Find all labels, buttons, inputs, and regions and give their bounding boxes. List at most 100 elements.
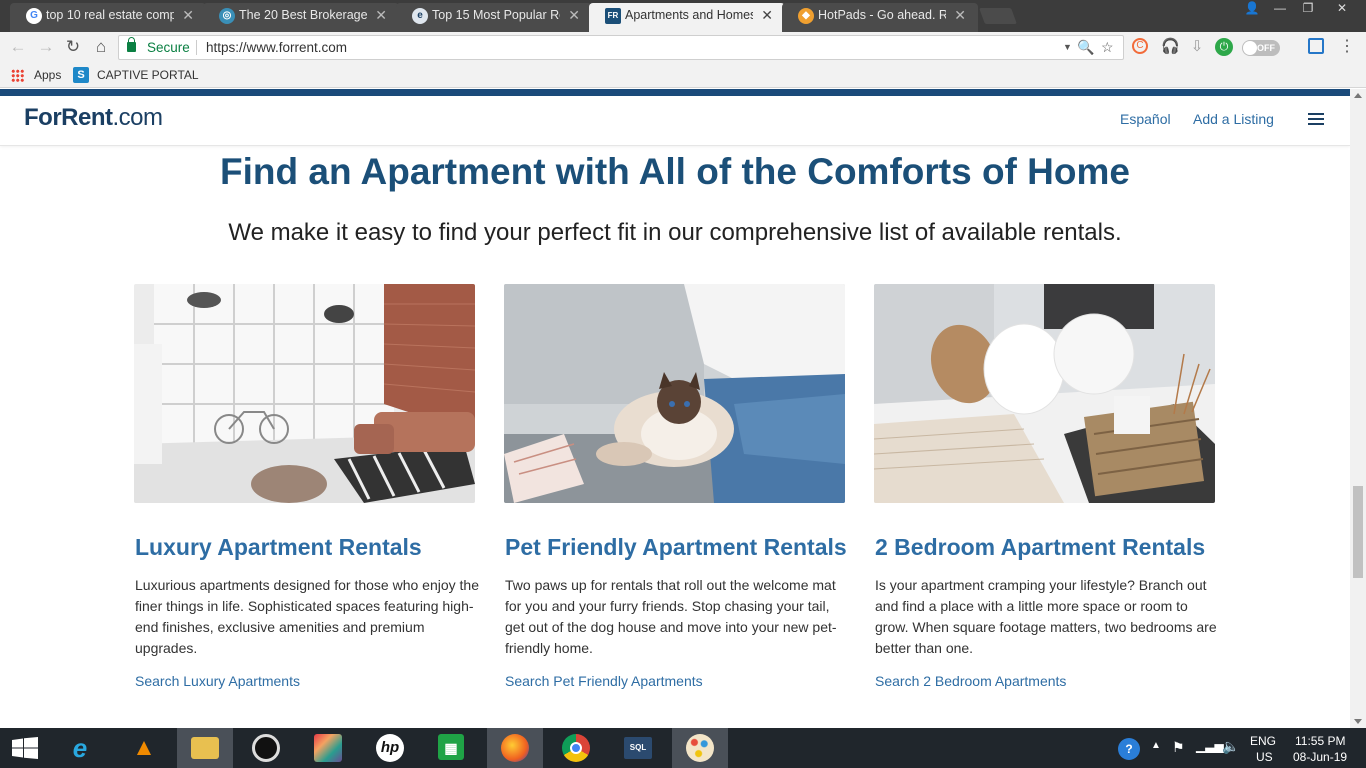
page-headline: Find an Apartment with All of the Comfor… [220,151,1130,192]
extension-c-icon[interactable]: C [1132,38,1148,54]
hp-icon[interactable]: hp [362,728,418,768]
card-description: Is your apartment cramping your lifestyl… [875,577,1217,656]
page-scrollbar[interactable] [1350,89,1366,728]
chrome-icon[interactable] [548,728,604,768]
browser-tab-strip: G top 10 real estate compa ✕ ◎ The 20 Be… [0,0,1366,32]
captive-portal-icon: S [73,67,89,83]
volume-icon[interactable]: 🔈 [1222,738,1239,755]
window-extension-icon[interactable] [1308,38,1324,54]
region-indicator[interactable]: US [1256,750,1273,764]
scroll-thumb[interactable] [1353,486,1363,578]
windows-taskbar: e ▲ hp ▦ SQL ? ▲ ⚑ ▁▃▅ 🔈 ENG US 11:55 PM… [0,728,1366,768]
scroll-down-icon[interactable] [1354,719,1362,724]
loft-living-room-photo[interactable] [134,284,475,503]
globe-icon: ◎ [219,8,235,24]
hotpads-icon: ◆ [798,8,814,24]
header-accent-bar [0,89,1350,96]
card-title[interactable]: Pet Friendly Apartment Rentals [505,534,847,561]
power-icon[interactable]: ⏻ [1215,38,1233,56]
bookmark-star-icon[interactable]: ☆ [1101,36,1114,59]
close-icon[interactable]: ✕ [182,3,194,27]
new-tab-button[interactable] [979,8,1017,24]
ebiz-icon: e [412,8,428,24]
close-icon[interactable]: ✕ [568,3,580,27]
scroll-up-icon[interactable] [1354,93,1362,98]
internet-explorer-icon[interactable]: e [52,728,108,768]
tab-top-15[interactable]: e Top 15 Most Popular Re ✕ [396,3,592,32]
tab-best-brokerage[interactable]: ◎ The 20 Best Brokerage a ✕ [203,3,399,32]
google-icon: G [26,8,42,24]
photos-icon[interactable] [300,728,356,768]
cat-on-couch-photo[interactable] [504,284,845,503]
clock-time[interactable]: 11:55 PM [1295,734,1345,748]
menu-dots-icon[interactable]: ⋮ [1338,38,1356,56]
site-header: ForRent.com Español Add a Listing [0,96,1350,146]
address-bar[interactable]: Secure https://www.forrent.com ▼ 🔍 ☆ [118,35,1124,60]
search-2-bedroom-link[interactable]: Search 2 Bedroom Apartments [875,673,1066,689]
tab-title: The 20 Best Brokerage a [239,8,367,22]
card-title[interactable]: Luxury Apartment Rentals [135,534,422,561]
tab-title: Apartments and Homes f [625,8,753,22]
tab-title: Top 15 Most Popular Re [432,8,560,22]
zoom-icon[interactable]: 🔍 [1077,36,1094,59]
bookmarks-bar: Apps S CAPTIVE PORTAL [0,63,1366,88]
espanol-link[interactable]: Español [1120,111,1171,127]
firefox-icon[interactable] [487,728,543,768]
logo-main: ForRent [24,104,113,131]
camera-icon[interactable] [238,728,294,768]
minimize-icon[interactable]: — [1266,0,1294,18]
vlc-icon[interactable]: ▲ [116,728,172,768]
clock-date[interactable]: 08-Jun-19 [1293,750,1347,764]
divider [196,40,197,55]
help-icon[interactable]: ? [1118,738,1140,760]
tab-title: HotPads - Go ahead. Re [818,8,946,22]
chevron-up-icon[interactable]: ▲ [1151,740,1161,751]
close-icon[interactable]: ✕ [954,3,966,27]
tab-hotpads[interactable]: ◆ HotPads - Go ahead. Re ✕ [782,3,978,32]
close-icon[interactable]: ✕ [761,3,773,27]
download-icon[interactable]: ⇩ [1188,38,1206,56]
secure-label: Secure [147,40,190,55]
forrent-favicon: FR [605,8,621,24]
search-pet-friendly-link[interactable]: Search Pet Friendly Apartments [505,673,703,689]
close-icon[interactable]: ✕ [375,3,387,27]
apps-grid-icon [11,69,24,82]
lock-icon [127,37,136,52]
extension-toggle[interactable]: OFF [1242,40,1280,56]
store-icon[interactable]: ▦ [424,728,480,768]
reload-icon[interactable]: ↻ [63,37,83,57]
forrent-logo[interactable]: ForRent.com [24,104,163,132]
window-close-icon[interactable]: ✕ [1328,0,1356,18]
restore-icon[interactable]: ❐ [1294,0,1322,18]
web-page: ForRent.com Español Add a Listing Find a… [0,89,1350,728]
hp-label: hp [376,734,404,762]
browser-toolbar: ← → ↻ ⌂ Secure https://www.forrent.com ▼… [0,32,1366,63]
add-listing-link[interactable]: Add a Listing [1193,111,1274,127]
tab-google-search[interactable]: G top 10 real estate compa ✕ [10,3,206,32]
dropdown-icon[interactable]: ▼ [1063,36,1072,59]
profile-icon[interactable]: 👤 [1238,0,1266,18]
paint-icon[interactable] [672,728,728,768]
card-title[interactable]: 2 Bedroom Apartment Rentals [875,534,1205,561]
tab-title: top 10 real estate compa [46,8,174,22]
headphones-icon[interactable]: 🎧 [1161,38,1180,56]
tab-forrent[interactable]: FR Apartments and Homes f ✕ [589,3,785,32]
logo-suffix: .com [112,104,164,131]
sql-icon[interactable]: SQL [610,728,666,768]
bookmark-captive-portal[interactable]: CAPTIVE PORTAL [97,68,199,82]
home-icon[interactable]: ⌂ [91,37,111,57]
language-indicator[interactable]: ENG [1250,734,1276,748]
back-icon[interactable]: ← [8,37,28,57]
bookmark-apps[interactable]: Apps [34,68,61,82]
page-subheading: We make it easy to find your perfect fit… [228,219,1122,246]
card-description: Luxurious apartments designed for those … [135,577,479,656]
network-icon[interactable]: ▁▃▅ [1196,739,1224,753]
hamburger-menu-icon[interactable] [1308,113,1324,125]
forward-icon[interactable]: → [36,37,56,57]
bedroom-pillows-photo[interactable] [874,284,1215,503]
windows-start-icon[interactable] [0,728,56,768]
url-text[interactable]: https://www.forrent.com [206,36,347,59]
file-explorer-icon[interactable] [177,728,233,768]
search-luxury-link[interactable]: Search Luxury Apartments [135,673,300,689]
flag-icon[interactable]: ⚑ [1172,739,1185,756]
